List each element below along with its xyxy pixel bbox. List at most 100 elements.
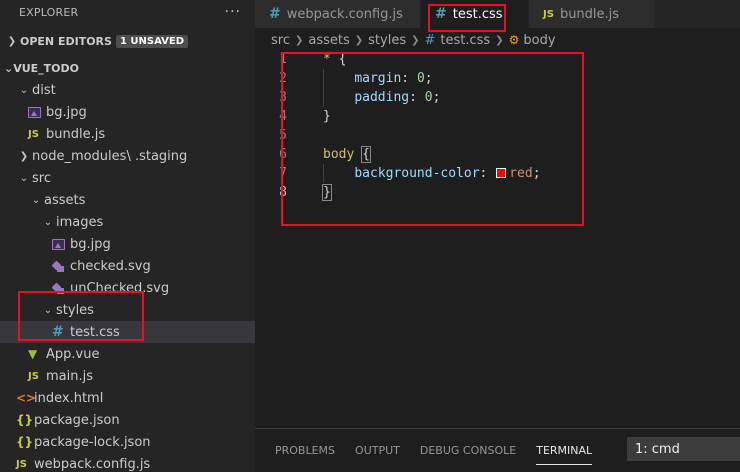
brace: } [322, 184, 332, 201]
tree-file[interactable]: bg.jpg [0, 101, 255, 123]
line-number: 1 [279, 52, 287, 67]
tab-debug-console[interactable]: DEBUG CONSOLE [420, 429, 516, 471]
tree-item-label: node_modules [32, 148, 127, 164]
more-actions-icon[interactable]: ··· [225, 4, 241, 20]
tree-item-label: App.vue [46, 346, 100, 362]
vue-file-icon: ▼ [28, 347, 38, 361]
code-line: 3 padding: 0; [255, 88, 740, 107]
tab-label: bundle.js [559, 6, 620, 22]
chevron-right-icon: ❯ [294, 34, 304, 46]
tree-folder[interactable]: ⌄ src [0, 167, 255, 189]
chevron-down-icon: ⌄ [19, 172, 29, 184]
breadcrumb-file[interactable]: test.css [440, 33, 490, 48]
tree-file[interactable]: JS main.js [0, 365, 255, 387]
tab-problems[interactable]: PROBLEMS [275, 429, 335, 471]
chevron-down-icon: ⌄ [19, 84, 29, 96]
symbol-class-icon: ⚙ [508, 33, 520, 47]
json-file-icon: {} [16, 413, 34, 427]
tree-file[interactable]: unChecked.svg [0, 277, 255, 299]
color-swatch[interactable] [496, 168, 507, 178]
explorer-sidebar: EXPLORER ··· ❯ OPEN EDITORS 1 UNSAVED ⌄ … [0, 0, 255, 472]
tab-webpack-config[interactable]: # webpack.config.js [255, 0, 421, 28]
code-editor[interactable]: 1 * { 2 margin: 0; 3 padding: 0; 4 } 5 6… [255, 50, 740, 202]
css-file-icon: # [424, 32, 436, 48]
css-file-icon: # [52, 324, 64, 340]
tree-item-label: package.json [34, 412, 120, 428]
chevron-down-icon: ⌄ [43, 304, 53, 316]
tree-item-label: checked.svg [70, 258, 151, 274]
tree-folder[interactable]: ⌄ assets [0, 189, 255, 211]
brace: { [361, 146, 371, 163]
breadcrumb-src[interactable]: src [271, 33, 290, 48]
tree-file[interactable]: ▼ App.vue [0, 343, 255, 365]
tree-item-label: webpack.config.js [34, 456, 151, 472]
css-selector: * [323, 52, 331, 67]
file-tree: ⌄ dist bg.jpg JS bundle.js ❯ node_modules \ .s… [0, 79, 255, 472]
project-name: VUE_TODO [13, 61, 80, 75]
brace: } [323, 109, 331, 124]
js-file-icon: JS [28, 129, 46, 140]
chevron-down-icon: ⌄ [31, 194, 41, 206]
tree-item-label: main.js [46, 368, 93, 384]
css-property: margin [354, 71, 402, 86]
brace: { [338, 52, 347, 67]
tab-test-css[interactable]: # test.css [421, 0, 529, 28]
tree-file[interactable]: # test.css [0, 321, 255, 343]
explorer-title: EXPLORER [19, 5, 79, 19]
tree-file[interactable]: {} package.json [0, 409, 255, 431]
chevron-down-icon: ⌄ [43, 216, 53, 228]
breadcrumb-styles[interactable]: styles [368, 33, 406, 48]
css-file-icon: # [435, 6, 447, 22]
tree-file[interactable]: JS bundle.js [0, 123, 255, 145]
tree-file[interactable]: JS webpack.config.js [0, 453, 255, 472]
tree-folder[interactable]: ❯ node_modules \ .staging [0, 145, 255, 167]
chevron-right-icon: ❯ [354, 34, 364, 46]
code-line: 6 body { [255, 145, 740, 164]
tab-output[interactable]: OUTPUT [355, 429, 400, 471]
line-number: 2 [279, 71, 287, 86]
tree-folder[interactable]: ⌄ styles [0, 299, 255, 321]
css-value: 0 [424, 90, 433, 105]
breadcrumb-symbol[interactable]: body [523, 33, 555, 48]
tree-item-label: images [56, 214, 104, 230]
tab-label: webpack.config.js [286, 6, 403, 22]
image-file-icon [52, 238, 65, 250]
editor-tabs: # webpack.config.js # test.css JS bundle… [255, 0, 740, 28]
tree-folder[interactable]: ⌄ images [0, 211, 255, 233]
json-file-icon: {} [16, 435, 34, 449]
chevron-down-icon: ⌄ [4, 61, 14, 75]
tree-item-label: assets [44, 192, 86, 208]
vue-file-icon: ▼ [28, 347, 46, 361]
project-section[interactable]: ⌄ VUE_TODO [0, 57, 255, 79]
tree-file[interactable]: checked.svg [0, 255, 255, 277]
line-number: 6 [279, 147, 287, 162]
open-editors-section[interactable]: ❯ OPEN EDITORS 1 UNSAVED [0, 30, 255, 52]
tree-item-label: dist [32, 82, 56, 98]
line-number: 3 [279, 90, 287, 105]
line-number: 5 [279, 128, 287, 143]
explorer-header: EXPLORER ··· [0, 0, 255, 24]
svg-file-icon [52, 283, 70, 294]
code-line: 5 [255, 126, 740, 145]
tree-file[interactable]: {} package-lock.json [0, 431, 255, 453]
image-file-icon [28, 106, 41, 118]
breadcrumb-assets[interactable]: assets [308, 33, 349, 48]
tab-terminal[interactable]: TERMINAL [536, 429, 592, 471]
js-file-icon: JS [28, 371, 46, 382]
tree-file[interactable]: bg.jpg [0, 233, 255, 255]
line-number: 7 [279, 166, 287, 181]
html-file-icon: <> [16, 391, 36, 405]
tab-bundle-js[interactable]: JS bundle.js [529, 0, 655, 28]
tree-folder[interactable]: ⌄ dist [0, 79, 255, 101]
terminal-select[interactable]: 1: cmd [627, 437, 740, 461]
tree-item-label: bg.jpg [70, 236, 111, 252]
css-file-icon: # [52, 324, 70, 340]
image-file-icon [28, 106, 46, 118]
css-property: background-color [354, 166, 480, 181]
chevron-right-icon: ❯ [7, 35, 17, 47]
tree-file[interactable]: <> index.html [0, 387, 255, 409]
tab-label: test.css [452, 6, 503, 22]
css-file-icon: # [269, 6, 281, 22]
json-file-icon: {} [16, 413, 34, 427]
js-file-icon: JS [28, 128, 39, 140]
